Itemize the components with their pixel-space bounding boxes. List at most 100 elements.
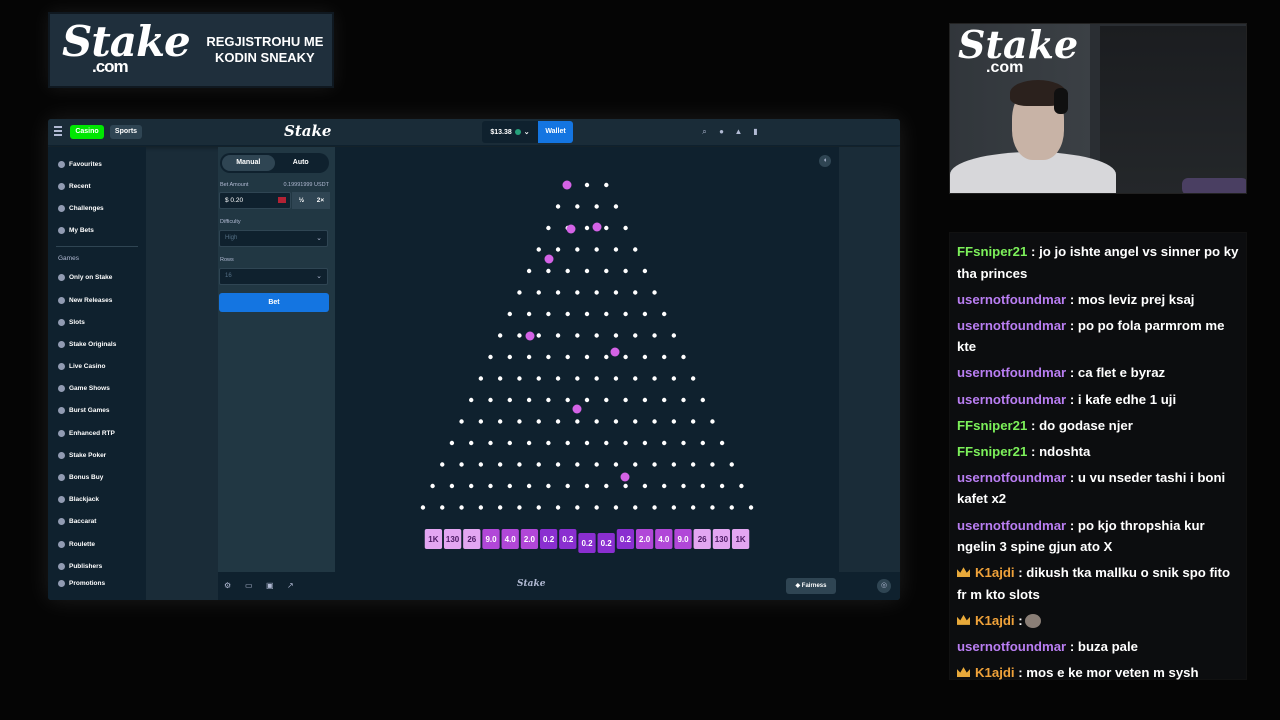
chat-username[interactable]: usernotfoundmar	[957, 518, 1066, 533]
tab-casino[interactable]: Casino	[70, 125, 104, 139]
plinko-peg	[604, 440, 609, 446]
multiplier-label: 4.0	[505, 535, 517, 544]
double-bet-button[interactable]: 2×	[311, 192, 330, 209]
sidebar-item-blackjack[interactable]: Blackjack	[48, 489, 146, 511]
balance-display[interactable]: $13.38 ⌄	[482, 121, 538, 143]
volume-icon[interactable]: ◖	[819, 155, 831, 167]
sidebar-games-heading: Games	[58, 254, 79, 262]
difficulty-select[interactable]: High ⌄	[219, 230, 328, 247]
tab-sports[interactable]: Sports	[110, 125, 142, 139]
headset-icon[interactable]: ◎	[877, 579, 891, 593]
plinko-peg	[594, 376, 599, 381]
chat-username[interactable]: K1ajdi	[975, 613, 1015, 628]
sidebar-item-promotions[interactable]: Promotions	[48, 577, 146, 589]
plinko-peg	[536, 247, 541, 252]
menu-icon[interactable]	[54, 126, 62, 136]
sidebar-item-label: Bonus Buy	[69, 474, 104, 482]
tab-manual[interactable]: Manual	[222, 155, 275, 171]
user-icon[interactable]: ●	[717, 127, 726, 136]
half-bet-button[interactable]: ½	[292, 192, 311, 209]
plinko-peg	[546, 354, 551, 360]
plinko-peg	[700, 397, 705, 403]
plinko-peg	[671, 419, 677, 424]
plinko-peg	[507, 483, 512, 489]
sidebar-item-label: Publishers	[69, 562, 103, 570]
sidebar-item-my-bets[interactable]: My Bets	[48, 220, 146, 242]
plinko-peg	[488, 483, 493, 489]
sidebar-item-challenges[interactable]: Challenges	[48, 197, 146, 219]
settings-icon[interactable]: ⚙	[224, 581, 233, 590]
plinko-peg	[604, 397, 609, 403]
sidebar-item-favourites[interactable]: Favourites	[48, 153, 146, 175]
chat-text: : ca flet e byraz	[1066, 365, 1166, 381]
chat-username[interactable]: usernotfoundmar	[957, 292, 1066, 307]
chat-username[interactable]: usernotfoundmar	[957, 365, 1066, 380]
sidebar-item-enhanced-rtp[interactable]: Enhanced RTP	[48, 422, 146, 444]
plinko-peg	[517, 505, 522, 510]
stake-logo[interactable]: Stake	[284, 122, 331, 140]
wallet-button[interactable]: Wallet	[538, 121, 573, 143]
chat-username[interactable]: FFsniper21	[957, 244, 1027, 259]
multiplier-label: 26	[698, 535, 707, 544]
sidebar-item-stake-originals[interactable]: Stake Originals	[48, 333, 146, 355]
sidebar-item-slots[interactable]: Slots	[48, 311, 146, 333]
sidebar-item-bonus-buy[interactable]: Bonus Buy	[48, 466, 146, 488]
bet-button[interactable]: Bet	[219, 293, 329, 312]
plinko-peg	[594, 419, 599, 424]
sidebar-item-label: Burst Games	[69, 407, 110, 415]
chat-username[interactable]: FFsniper21	[957, 418, 1027, 433]
plinko-ball	[592, 222, 602, 232]
plinko-peg	[662, 397, 667, 403]
sidebar-item-baccarat[interactable]: Baccarat	[48, 511, 146, 533]
plinko-peg	[700, 440, 705, 446]
multiplier-label: 2.0	[639, 535, 651, 544]
plinko-peg	[507, 354, 512, 360]
sidebar-item-only-on-stake[interactable]: Only on Stake	[48, 267, 146, 289]
plinko-peg	[604, 311, 609, 317]
rows-select[interactable]: 16 ⌄	[219, 268, 328, 285]
chat-username[interactable]: K1ajdi	[975, 565, 1015, 580]
chat-username[interactable]: FFsniper21	[957, 444, 1027, 459]
chat-username[interactable]: usernotfoundmar	[957, 318, 1066, 333]
chat-message: usernotfoundmar : buza pale	[957, 636, 1239, 658]
plinko-peg	[710, 419, 715, 424]
chat-username[interactable]: usernotfoundmar	[957, 639, 1066, 654]
sidebar-item-burst-games[interactable]: Burst Games	[48, 400, 146, 422]
sidebar-item-game-shows[interactable]: Game Shows	[48, 378, 146, 400]
plinko-peg	[575, 376, 580, 381]
plinko-peg	[478, 462, 484, 467]
sidebar-toggle-icon[interactable]: ▮	[751, 127, 760, 136]
sidebar-item-roulette[interactable]: Roulette	[48, 533, 146, 555]
chat-username[interactable]: K1ajdi	[975, 665, 1015, 680]
stats-icon[interactable]: ▣	[266, 581, 275, 590]
popout-icon[interactable]: ↗	[287, 581, 296, 590]
sidebar-item-live-casino[interactable]: Live Casino	[48, 356, 146, 378]
theater-icon[interactable]: ▭	[245, 581, 254, 590]
sidebar-item-stake-poker[interactable]: Stake Poker	[48, 444, 146, 466]
sidebar-item-new-releases[interactable]: New Releases	[48, 289, 146, 311]
plinko-peg	[633, 247, 638, 252]
webcam-logo-suffix: .com	[986, 59, 1024, 76]
sidebar-item-publishers[interactable]: Publishers	[48, 555, 146, 577]
search-icon[interactable]: ⌕	[700, 127, 709, 136]
sidebar-item-recent[interactable]: Recent	[48, 175, 146, 197]
bell-icon[interactable]: ▲	[734, 127, 743, 136]
webcam-logo-text: Stake	[958, 23, 1079, 67]
plinko-peg	[546, 311, 551, 317]
plinko-ball	[544, 254, 554, 264]
plinko-ball	[572, 404, 582, 414]
chat-text: : mos leviz prej ksaj	[1066, 291, 1195, 307]
plinko-peg	[478, 505, 484, 510]
tab-auto[interactable]: Auto	[275, 155, 328, 171]
chat-username[interactable]: usernotfoundmar	[957, 470, 1066, 485]
fairness-button[interactable]: ◆ Fairness	[786, 578, 836, 594]
plinko-peg	[633, 376, 638, 381]
plinko-peg	[594, 247, 599, 252]
multiplier-label: 9.0	[677, 535, 689, 544]
plinko-peg	[671, 462, 677, 467]
currency-flag-icon	[278, 197, 286, 203]
plinko-peg	[449, 483, 455, 489]
plinko-peg	[546, 440, 551, 446]
chat-username[interactable]: usernotfoundmar	[957, 392, 1066, 407]
plinko-peg	[440, 462, 445, 467]
